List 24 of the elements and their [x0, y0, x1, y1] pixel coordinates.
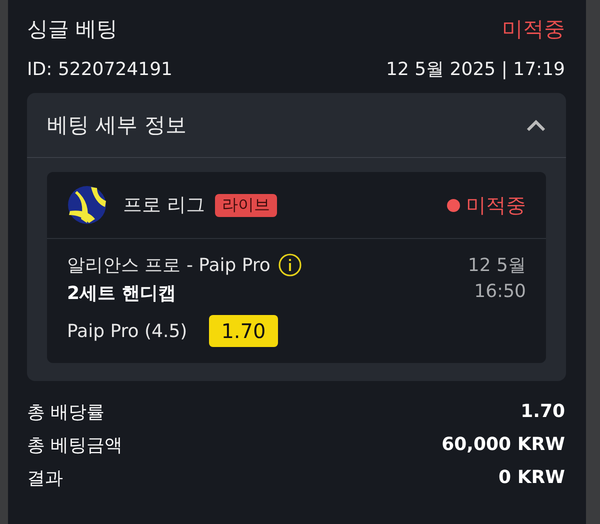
live-badge: 라이브 — [215, 194, 278, 216]
league-name: 프로 리그 — [123, 193, 206, 218]
selection-name: Paip Pro (4.5) — [67, 320, 188, 342]
summary-label: 총 배당률 — [27, 400, 105, 424]
event-status: 미적중 — [466, 192, 526, 218]
bet-title: 싱글 베팅 — [27, 16, 118, 43]
match-name: 알리안스 프로 - Paip Pro — [67, 254, 270, 277]
market-name: 2세트 핸디캡 — [67, 282, 176, 305]
summary-value: 0 KRW — [498, 467, 565, 488]
bet-id: ID: 5220724191 — [27, 58, 172, 80]
event-date: 12 5월 — [468, 254, 526, 277]
volleyball-icon — [67, 185, 107, 225]
summary-label: 총 베팅금액 — [27, 434, 123, 456]
bet-status: 미적중 — [502, 16, 565, 43]
info-icon[interactable] — [278, 253, 302, 277]
chevron-up-icon[interactable] — [526, 118, 546, 132]
panel-title: 베팅 세부 정보 — [47, 112, 186, 139]
odds-value: 1.70 — [209, 315, 278, 347]
bet-datetime: 12 5월 2025 | 17:19 — [386, 58, 565, 81]
event-time: 16:50 — [474, 280, 526, 302]
status-dot-icon — [447, 198, 460, 212]
summary-label: 결과 — [27, 466, 63, 490]
summary-value: 60,000 KRW — [442, 434, 565, 455]
summary-value: 1.70 — [520, 401, 565, 422]
